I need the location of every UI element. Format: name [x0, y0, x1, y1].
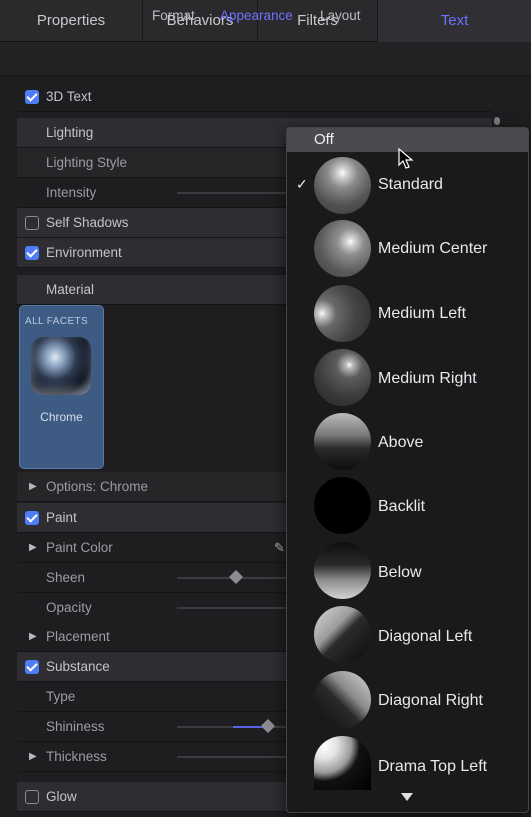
environment-label: Environment [46, 245, 122, 260]
subtab-layout[interactable]: Layout [320, 8, 361, 23]
scrollbar-thumb[interactable] [494, 117, 500, 125]
glow-checkbox[interactable] [25, 790, 39, 804]
paint-checkbox[interactable] [25, 511, 39, 525]
intensity-slider[interactable] [177, 192, 287, 194]
type-label: Type [46, 689, 76, 704]
menu-item-drama-top-left[interactable]: Drama Top Left [378, 758, 487, 776]
shininess-label: Shininess [46, 719, 105, 734]
tab-properties[interactable]: Properties [0, 0, 143, 42]
menu-item-off-label: Off [314, 131, 334, 148]
backlit-light-preview [314, 477, 371, 534]
opacity-slider[interactable] [177, 607, 287, 609]
environment-checkbox[interactable] [25, 246, 39, 260]
paint-color-label: Paint Color [46, 540, 113, 555]
paint-label: Paint [46, 510, 77, 525]
substance-checkbox[interactable] [25, 660, 39, 674]
placement-label: Placement [46, 629, 110, 644]
menu-item-medium-right[interactable]: Medium Right [378, 370, 477, 388]
medium-center-light-preview [314, 220, 371, 277]
menu-item-backlit[interactable]: Backlit [378, 498, 425, 516]
subtab-format[interactable]: Format [152, 8, 195, 23]
chevron-down-icon[interactable] [401, 793, 413, 801]
checkmark-icon: ✓ [296, 176, 308, 192]
lighting-style-label: Lighting Style [46, 155, 128, 170]
above-light-preview [314, 413, 371, 470]
sheen-label: Sheen [46, 570, 86, 585]
chrome-material-preview [31, 337, 91, 395]
diagonal-right-light-preview [314, 671, 371, 728]
disclosure-triangle-icon[interactable]: ▶ [29, 742, 37, 772]
thickness-label: Thickness [46, 749, 107, 764]
below-light-preview [314, 542, 371, 599]
menu-item-medium-left[interactable]: Medium Left [378, 305, 466, 323]
menu-item-standard[interactable]: Standard [378, 176, 443, 194]
substance-label: Substance [46, 659, 110, 674]
3d-text-label: 3D Text [46, 89, 92, 104]
standard-light-preview [314, 157, 371, 214]
menu-item-below[interactable]: Below [378, 564, 422, 582]
material-name: Chrome [40, 410, 83, 424]
subtab-bar [0, 42, 531, 76]
lighting-label: Lighting [46, 125, 94, 140]
all-facets-label: ALL FACETS [25, 316, 89, 327]
row-3d-text: 3D Text [17, 82, 492, 112]
self-shadows-checkbox[interactable] [25, 216, 39, 230]
intensity-label: Intensity [46, 185, 97, 200]
opacity-label: Opacity [46, 600, 92, 615]
disclosure-triangle-icon[interactable]: ▶ [29, 533, 37, 563]
mouse-pointer-icon [398, 148, 414, 169]
menu-item-diagonal-right[interactable]: Diagonal Right [378, 692, 483, 710]
medium-right-light-preview [314, 349, 371, 406]
menu-item-diagonal-left[interactable]: Diagonal Left [378, 628, 472, 646]
disclosure-triangle-icon[interactable]: ▶ [29, 622, 37, 652]
glow-label: Glow [46, 789, 77, 804]
tab-text[interactable]: Text [378, 0, 531, 42]
thickness-slider[interactable] [177, 756, 287, 758]
medium-left-light-preview [314, 285, 371, 342]
diagonal-left-light-preview [314, 606, 371, 663]
drama-top-left-light-preview [314, 736, 371, 790]
options-label: Options: Chrome [46, 479, 149, 494]
self-shadows-label: Self Shadows [46, 215, 129, 230]
menu-item-medium-center[interactable]: Medium Center [378, 240, 487, 258]
eyedropper-icon[interactable]: ✎ [274, 533, 285, 563]
menu-item-above[interactable]: Above [378, 434, 423, 452]
disclosure-triangle-icon[interactable]: ▶ [29, 472, 37, 502]
subtab-appearance[interactable]: Appearance [220, 8, 293, 23]
material-label: Material [46, 282, 95, 297]
3d-text-checkbox[interactable] [25, 90, 39, 104]
